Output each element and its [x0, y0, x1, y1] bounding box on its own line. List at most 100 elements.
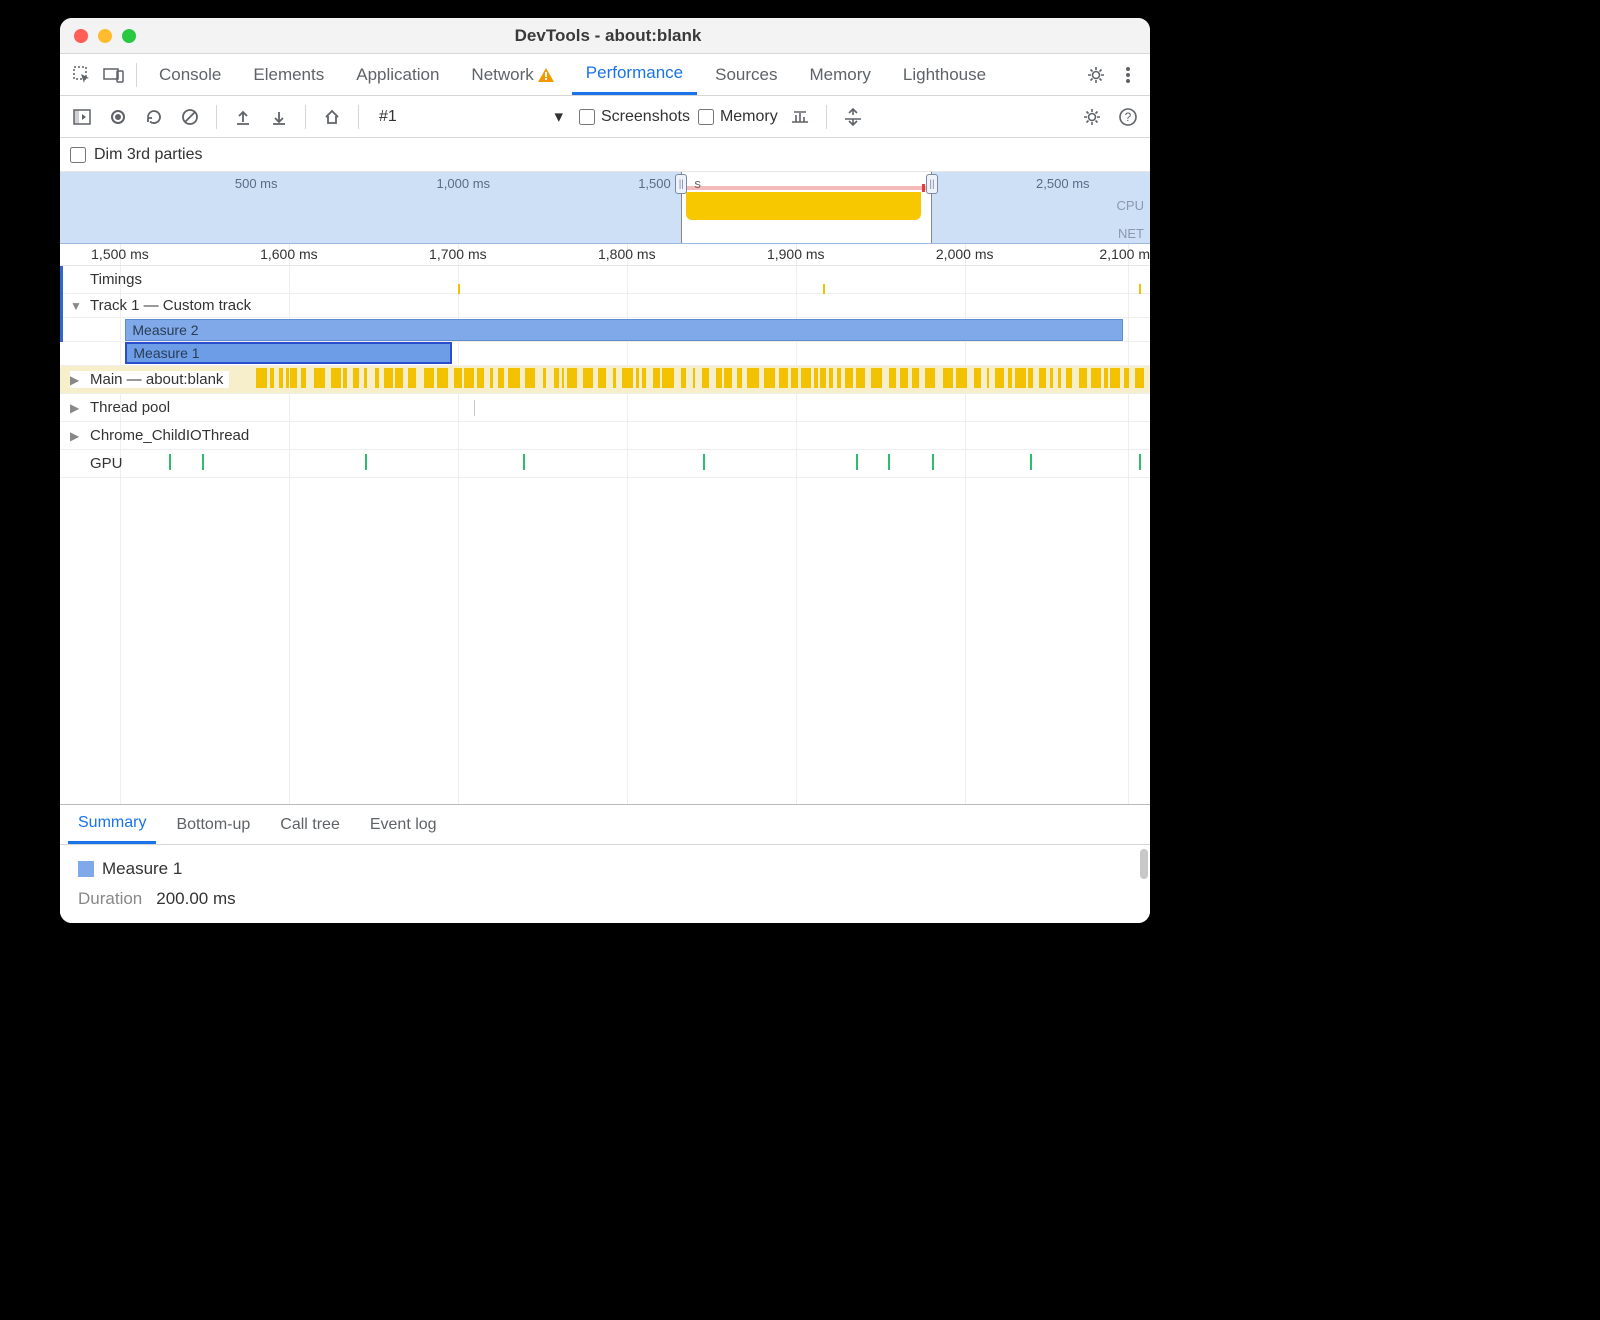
- tab-call-tree[interactable]: Call tree: [270, 805, 350, 844]
- recording-selector[interactable]: #1 ▾: [371, 107, 571, 127]
- tab-performance[interactable]: Performance: [572, 54, 697, 95]
- timing-marker: [823, 284, 825, 294]
- titlebar: DevTools - about:blank: [60, 18, 1150, 54]
- overview-long-task-bar: [686, 186, 927, 190]
- close-window-button[interactable]: [74, 29, 88, 43]
- download-icon[interactable]: [265, 103, 293, 131]
- devtools-window: DevTools - about:blank Console Elements …: [60, 18, 1150, 923]
- record-icon[interactable]: [104, 103, 132, 131]
- overview-tick: 500 ms: [235, 176, 278, 191]
- upload-icon[interactable]: [229, 103, 257, 131]
- gpu-event: [856, 454, 858, 470]
- screenshots-input[interactable]: [579, 109, 595, 125]
- overview-selection[interactable]: [681, 172, 932, 243]
- detail-ruler: 1,500 ms 1,600 ms 1,700 ms 1,800 ms 1,90…: [60, 244, 1150, 266]
- dim-3rd-parties-checkbox[interactable]: [70, 147, 86, 163]
- overview-handle-left[interactable]: ||: [675, 174, 687, 194]
- screenshots-label: Screenshots: [601, 108, 690, 126]
- recording-selector-label: #1: [379, 108, 548, 126]
- ruler-tick: 1,900 ms: [767, 246, 825, 262]
- collapse-icon[interactable]: ▼: [70, 299, 82, 313]
- gpu-label: GPU: [90, 455, 123, 472]
- screenshots-checkbox[interactable]: Screenshots: [579, 108, 690, 126]
- separator: [136, 63, 137, 87]
- device-toolbar-icon[interactable]: [100, 61, 128, 89]
- summary-content: Measure 1 Duration 200.00 ms: [60, 845, 1150, 923]
- duration-key: Duration: [78, 889, 142, 909]
- scrollbar-thumb[interactable]: [1140, 849, 1148, 879]
- minimize-window-button[interactable]: [98, 29, 112, 43]
- tab-elements[interactable]: Elements: [239, 54, 338, 95]
- more-icon[interactable]: [1114, 61, 1142, 89]
- memory-checkbox[interactable]: Memory: [698, 108, 778, 126]
- ruler-tick: 1,500 ms: [91, 246, 149, 262]
- ruler-tick: 1,600 ms: [260, 246, 318, 262]
- details-pane: Summary Bottom-up Call tree Event log Me…: [60, 804, 1150, 923]
- clear-icon[interactable]: [176, 103, 204, 131]
- track-marker: [60, 294, 63, 342]
- track-1-header[interactable]: ▼Track 1 — Custom track: [60, 294, 1150, 318]
- reload-icon[interactable]: [140, 103, 168, 131]
- measure-1-bar[interactable]: Measure 1: [125, 342, 452, 364]
- measure-2-label: Measure 2: [132, 322, 198, 338]
- measure-2-bar[interactable]: Measure 2: [125, 319, 1122, 341]
- separator: [826, 105, 827, 129]
- track-gpu[interactable]: ▶GPU: [60, 450, 1150, 478]
- track-childio[interactable]: ▶Chrome_ChildIOThread: [60, 422, 1150, 450]
- tab-network[interactable]: Network: [457, 54, 567, 95]
- window-title: DevTools - about:blank: [136, 26, 1080, 46]
- threadpool-label: Thread pool: [90, 399, 170, 416]
- track-threadpool[interactable]: ▶ Thread pool: [60, 394, 1150, 422]
- performance-toolbar: #1 ▾ Screenshots Memory ?: [60, 96, 1150, 138]
- tab-application[interactable]: Application: [342, 54, 453, 95]
- timing-marker: [1139, 284, 1141, 294]
- overview-script-activity: [686, 192, 921, 220]
- ruler-tick: 2,000 ms: [936, 246, 994, 262]
- tab-bottom-up[interactable]: Bottom-up: [166, 805, 260, 844]
- track-marker: [60, 266, 63, 294]
- gpu-event: [1139, 454, 1141, 470]
- track-timings[interactable]: ▶Timings: [60, 266, 1150, 294]
- separator: [216, 105, 217, 129]
- gpu-event: [932, 454, 934, 470]
- overview-tick: 1,000 ms: [437, 176, 490, 191]
- overview-handle-right[interactable]: ||: [926, 174, 938, 194]
- gpu-event: [703, 454, 705, 470]
- tab-lighthouse[interactable]: Lighthouse: [889, 54, 1000, 95]
- track-1-row-measure1: Measure 1: [60, 342, 1150, 366]
- tab-sources[interactable]: Sources: [701, 54, 791, 95]
- settings-icon[interactable]: [1082, 61, 1110, 89]
- overview-net-label: NET: [1118, 226, 1144, 241]
- window-controls: [74, 29, 136, 43]
- gc-icon[interactable]: [786, 103, 814, 131]
- svg-text:?: ?: [1125, 110, 1132, 124]
- tab-event-log[interactable]: Event log: [360, 805, 447, 844]
- track-main[interactable]: ▶ Main — about:blank: [60, 366, 1150, 394]
- memory-input[interactable]: [698, 109, 714, 125]
- tab-summary[interactable]: Summary: [68, 805, 156, 844]
- expand-icon[interactable]: ▶: [70, 373, 82, 387]
- zoom-window-button[interactable]: [122, 29, 136, 43]
- panel-tabbar: Console Elements Application Network Per…: [60, 54, 1150, 96]
- inspect-icon[interactable]: [68, 61, 96, 89]
- measure-1-label: Measure 1: [133, 345, 199, 361]
- shortcuts-icon[interactable]: [839, 103, 867, 131]
- capture-settings-icon[interactable]: [1078, 103, 1106, 131]
- chevron-down-icon: ▾: [554, 107, 563, 127]
- track-1-row-measure2: Measure 2: [60, 318, 1150, 342]
- timing-marker: [458, 284, 460, 294]
- details-tabbar: Summary Bottom-up Call tree Event log: [60, 805, 1150, 845]
- main-label: Main — about:blank: [90, 371, 223, 388]
- tab-console[interactable]: Console: [145, 54, 235, 95]
- expand-icon[interactable]: ▶: [70, 401, 82, 415]
- home-icon[interactable]: [318, 103, 346, 131]
- ruler-tick: 1,700 ms: [429, 246, 487, 262]
- tab-memory[interactable]: Memory: [795, 54, 884, 95]
- gpu-event: [1030, 454, 1032, 470]
- gpu-event: [365, 454, 367, 470]
- toggle-sidebar-icon[interactable]: [68, 103, 96, 131]
- flamechart-area[interactable]: 1,500 ms 1,600 ms 1,700 ms 1,800 ms 1,90…: [60, 244, 1150, 804]
- timeline-overview[interactable]: 500 ms 1,000 ms 1,500 ms 2,000 ms 2,500 …: [60, 172, 1150, 244]
- expand-icon[interactable]: ▶: [70, 429, 82, 443]
- help-icon[interactable]: ?: [1114, 103, 1142, 131]
